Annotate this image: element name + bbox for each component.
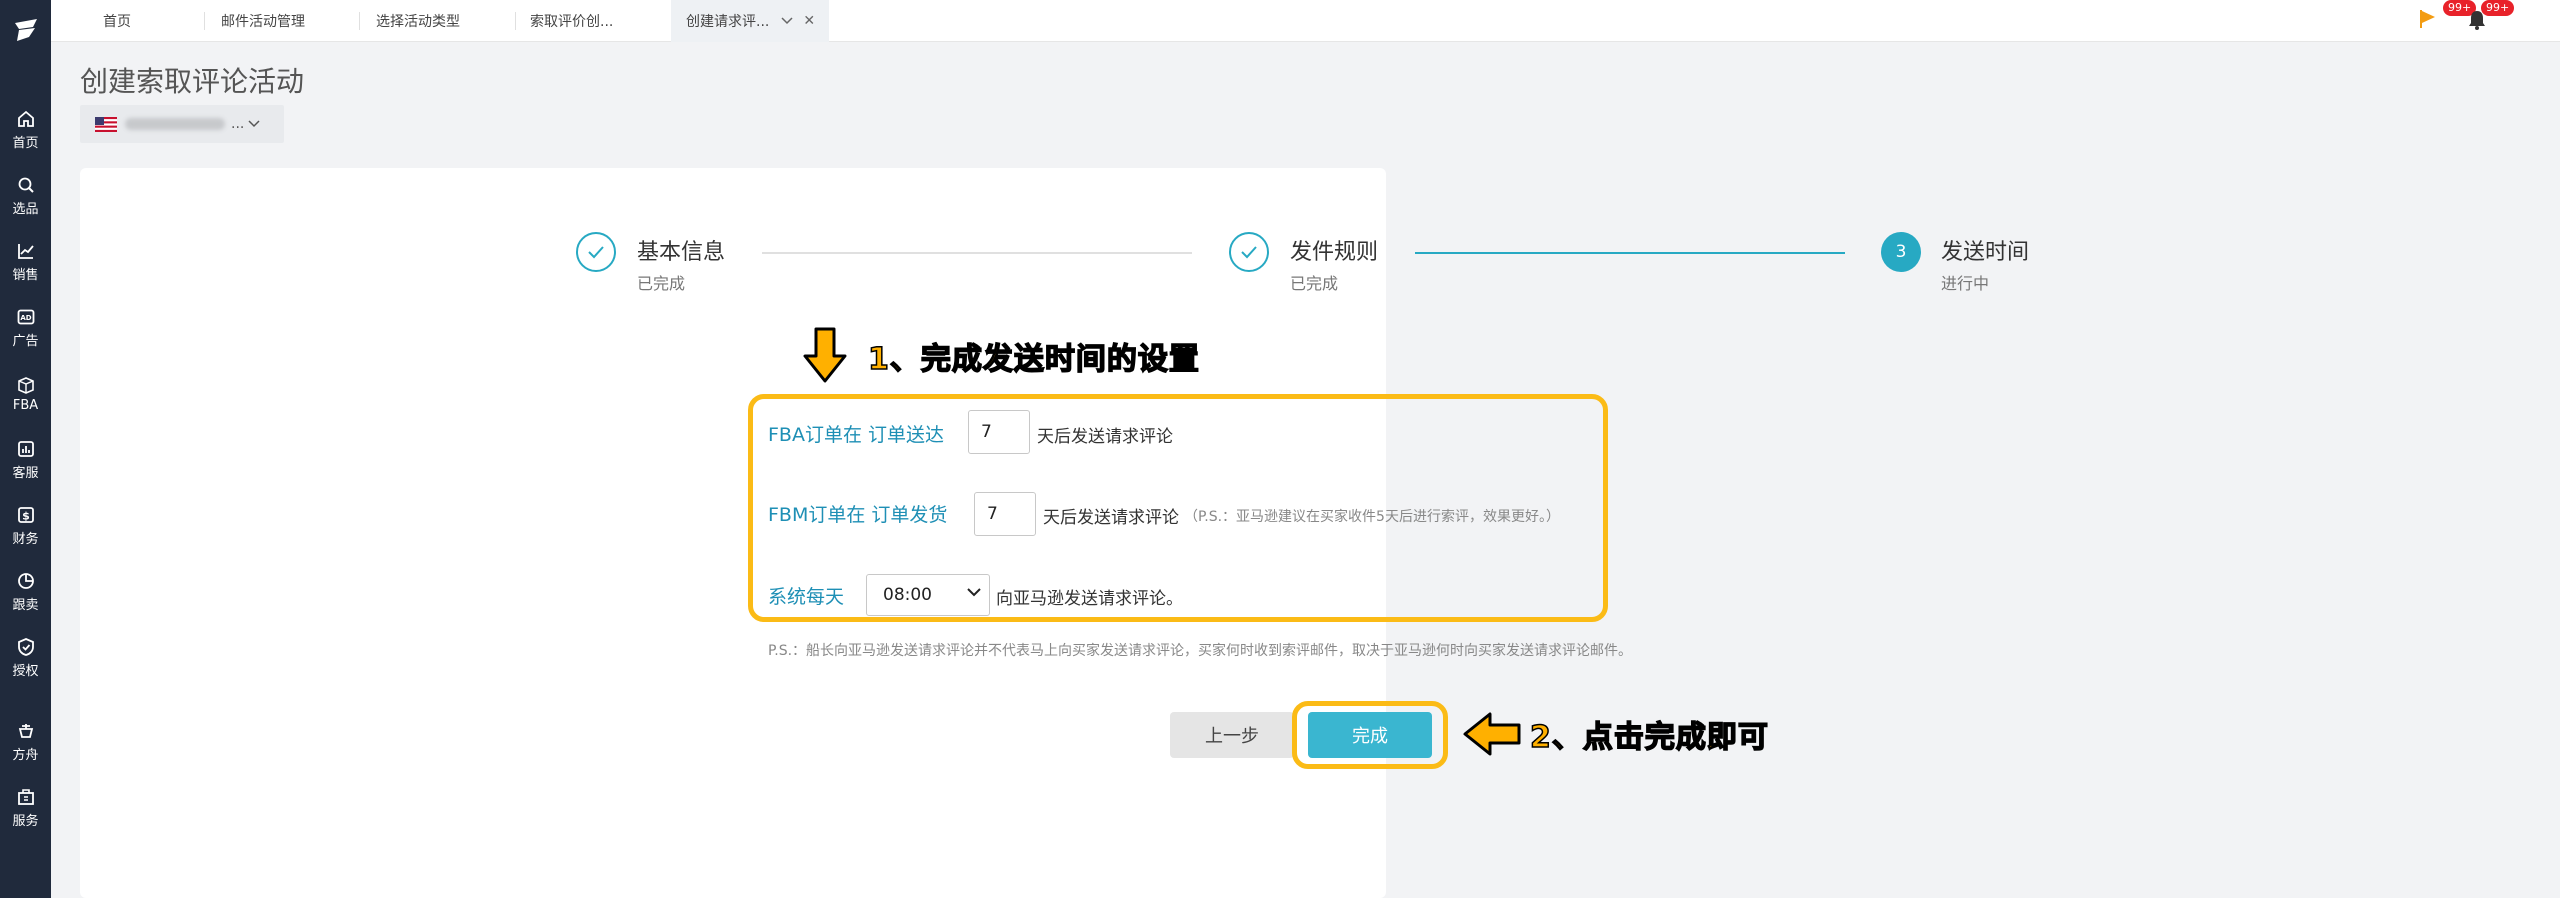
step-connector — [762, 252, 1192, 254]
tab-select-type[interactable]: 选择活动类型 — [376, 0, 460, 42]
step-3-title: 发送时间 — [1941, 240, 2030, 265]
sidebar-item-follow[interactable]: 跟卖 — [0, 564, 51, 620]
check-icon — [1241, 246, 1257, 259]
fbm-suffix: 天后发送请求评论 — [1043, 508, 1179, 528]
tab-home[interactable]: 首页 — [103, 0, 131, 42]
sidebar-item-label: 首页 — [12, 136, 39, 151]
send-time-value: 08:00 — [883, 585, 932, 605]
tab-label: 创建请求评... — [686, 14, 770, 30]
arrow-left-icon — [1463, 712, 1521, 756]
fbm-days-input[interactable] — [974, 492, 1036, 536]
tab-label: 邮件活动管理 — [221, 14, 305, 30]
arrow-down-icon — [803, 327, 847, 383]
sidebar-item-label: FBA — [12, 398, 39, 413]
sidebar-item-label: 跟卖 — [12, 598, 39, 613]
step-1-desc: 已完成 — [637, 274, 686, 293]
tab-label: 选择活动类型 — [376, 14, 460, 30]
tab-label: 索取评价创... — [530, 14, 614, 30]
step-3-desc: 进行中 — [1941, 274, 1990, 293]
svg-text:$: $ — [22, 510, 30, 523]
flag-icon[interactable] — [2418, 8, 2438, 30]
chevron-down-icon — [967, 588, 981, 597]
fba-days-input[interactable] — [968, 410, 1030, 454]
sidebar-item-selection[interactable]: 选品 — [0, 168, 51, 224]
tab-create-request[interactable]: 创建请求评... ✕ — [671, 0, 830, 42]
building-icon — [17, 789, 34, 805]
sidebar-item-label: 方舟 — [12, 748, 39, 763]
svg-text:AD: AD — [20, 314, 31, 322]
sidebar-item-label: 选品 — [12, 202, 39, 217]
sidebar-item-auth[interactable]: 授权 — [0, 630, 51, 686]
annotation-step-2: 2、点击完成即可 — [1529, 719, 1769, 756]
done-button[interactable]: 完成 — [1308, 712, 1432, 758]
report-icon — [17, 441, 34, 457]
sidebar-item-fba[interactable]: FBA — [0, 366, 51, 422]
box-icon — [17, 377, 34, 394]
step-1-title: 基本信息 — [637, 240, 726, 265]
app-logo[interactable] — [0, 0, 51, 60]
annotation-step-1: 1、完成发送时间的设置 — [867, 341, 1200, 378]
step-1-check — [576, 232, 616, 272]
bell-badge: 99+ — [2481, 0, 2515, 16]
ps-note: P.S.：船长向亚马逊发送请求评论并不代表马上向买家发送请求评论，买家何时收到索… — [768, 643, 1633, 659]
chart-line-icon — [17, 244, 34, 259]
sidebar-item-home[interactable]: 首页 — [0, 102, 51, 158]
tab-separator — [515, 12, 516, 30]
ark-icon — [18, 724, 33, 738]
sidebar-item-services[interactable]: 服务 — [0, 780, 51, 836]
step-connector — [1415, 252, 1845, 254]
store-selector[interactable]: ... — [80, 105, 284, 143]
tab-label: 首页 — [103, 14, 131, 30]
pie-chart-icon — [17, 573, 34, 589]
daily-suffix: 向亚马逊发送请求评论。 — [996, 589, 1183, 609]
ad-icon: AD — [17, 309, 34, 325]
tab-separator — [204, 12, 205, 30]
prev-button[interactable]: 上一步 — [1170, 712, 1294, 758]
tab-email-campaigns[interactable]: 邮件活动管理 — [221, 0, 305, 42]
daily-label: 系统每天 — [768, 586, 845, 608]
home-icon — [17, 110, 34, 127]
chevron-down-icon — [248, 120, 260, 128]
tab-separator — [359, 12, 360, 30]
sidebar-item-label: 广告 — [12, 334, 39, 349]
us-flag-icon — [95, 116, 117, 132]
chevron-down-icon[interactable] — [781, 17, 793, 25]
sidebar-item-finance[interactable]: $ 财务 — [0, 498, 51, 554]
sidebar-item-label: 财务 — [12, 532, 39, 547]
fbm-hint: （P.S.：亚马逊建议在买家收件5天后进行索评，效果更好。） — [1184, 509, 1560, 525]
page-title: 创建索取评论活动 — [80, 65, 305, 98]
sidebar-item-ark[interactable]: 方舟 — [0, 714, 51, 770]
fbm-label: FBM订单在 订单发货 — [768, 504, 948, 526]
shield-icon — [17, 638, 34, 656]
sidebar-item-ads[interactable]: AD 广告 — [0, 300, 51, 356]
step-2-desc: 已完成 — [1290, 274, 1339, 293]
sidebar-item-service[interactable]: 客服 — [0, 432, 51, 488]
check-icon — [588, 246, 604, 259]
store-name-suffix: ... — [231, 116, 245, 132]
tab-review-create[interactable]: 索取评价创... — [530, 0, 613, 42]
logo-icon — [14, 19, 37, 41]
search-icon — [18, 177, 34, 193]
sidebar-item-sales[interactable]: 销售 — [0, 234, 51, 290]
sidebar: 首页 选品 销售 AD 广告 FBA 客服 $ 财务 跟卖 授权 方舟 服务 — [0, 0, 51, 898]
store-name-redacted — [125, 118, 225, 130]
send-time-select[interactable]: 08:00 — [866, 574, 990, 616]
step-2-check — [1229, 232, 1269, 272]
step-3-number: 3 — [1881, 232, 1921, 272]
tab-bar: 首页 邮件活动管理 选择活动类型 索取评价创... 创建请求评... ✕ 99+… — [51, 0, 2560, 42]
dollar-icon: $ — [17, 507, 34, 523]
step-2-title: 发件规则 — [1290, 240, 1379, 265]
fba-suffix: 天后发送请求评论 — [1037, 427, 1173, 447]
sidebar-item-label: 授权 — [12, 664, 39, 679]
close-icon[interactable]: ✕ — [803, 13, 815, 29]
sidebar-item-label: 服务 — [12, 814, 39, 829]
sidebar-item-label: 客服 — [12, 466, 39, 481]
fba-label: FBA订单在 订单送达 — [768, 424, 945, 446]
sidebar-item-label: 销售 — [12, 268, 39, 283]
